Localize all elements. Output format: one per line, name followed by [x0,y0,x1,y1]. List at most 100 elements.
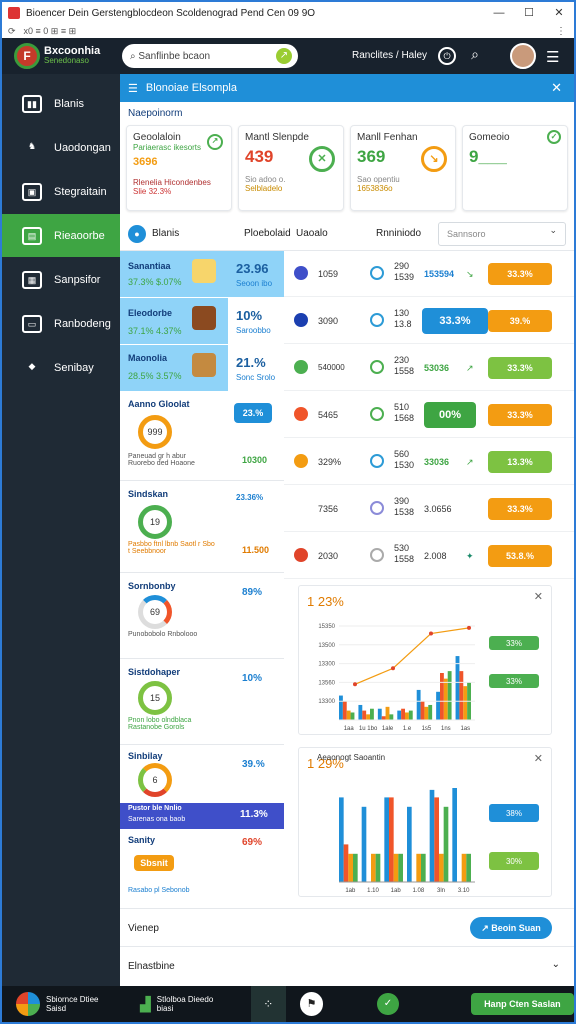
chart-bar [455,656,460,720]
sidebar-item-rieaoorbe[interactable]: ▤ Rieaoorbe [2,214,120,257]
stat-card[interactable]: Mantl Slenpde 439 Sio adoo o. Selbladelo… [238,125,344,211]
chart-bar [398,853,403,882]
sidebar-item-uaodongan[interactable]: ♞ Uaodongan [2,126,120,169]
collapsible-section[interactable]: Elnastbine ⌄ [120,946,574,986]
radio-icon[interactable] [370,313,384,327]
close-button[interactable]: ✕ [544,2,574,24]
close-ring-icon: ✕ [309,146,335,172]
table-row[interactable]: 1059 290 1539 153594 ↘ 33.3% [284,251,574,297]
radio-icon[interactable] [370,266,384,280]
list-item[interactable]: Maonolia 28.5% 3.57% 21.% Sonc Srolo [120,345,284,391]
sidebar-item-blanis[interactable]: ▮▮ Blanis [2,82,120,125]
maximize-button[interactable]: ☐ [514,2,544,24]
check-icon[interactable]: ✓ [377,993,399,1015]
address-bar[interactable]: ⟳ x0 ≡ 0 ⊞ ≡ ⊞ ⋮ [2,24,574,38]
list-item-highlight[interactable]: Pustor ble Nnlio Sarenas ona baob 11.3% [120,803,284,829]
chart-bar [362,710,367,720]
chart-bar [424,706,429,720]
taskbar-app-2[interactable]: ▟ Stlolboa Dieedo biasi [140,995,227,1013]
action-button[interactable]: 33.3% [488,263,552,285]
row-pct: 11.3% [240,809,268,820]
row-title: Eleodorbe [128,308,173,318]
taskbar-app-1[interactable]: Sbiornce Dtiee Saisd [16,992,116,1016]
hamburger-icon[interactable]: ☰ [546,48,559,66]
sidebar-item-ranbodeng[interactable]: ▭ Ranbodeng [2,302,120,345]
list-item[interactable]: Aanno Gloolat 999 Paneuad gr h abur Ruor… [120,393,284,481]
select-pill[interactable]: 00% [424,402,476,428]
donut-chart: 6 [138,763,172,797]
table-row[interactable]: 540000 230 1558 53036 ↗ 33.3% [284,345,574,391]
list-item[interactable]: Sinbilay 6 39.% [120,747,284,801]
nav-link[interactable]: Ranclites / Haley [352,50,427,61]
radio-icon[interactable] [370,454,384,468]
stat-top: 230 [394,355,410,365]
list-item[interactable]: Sanity Sbsnit Rasabo pl Sebonob 69% [120,831,284,915]
search-box[interactable]: ⌕ Sanflinbe bcaon ↗ [122,44,298,68]
action-button[interactable]: 53.8.% [488,545,552,567]
row-stat: 390 1538 [394,496,414,518]
list-item[interactable]: Sanantiaa 37.3% $.07% 23.96 Seoon ibo [120,251,284,297]
action-button[interactable]: 33.3% [488,357,552,379]
table-row[interactable]: 3090 130 13.8 33.3% 39.% [284,298,574,344]
chart-bar [389,797,394,882]
minimize-button[interactable]: — [484,2,514,24]
select-pill[interactable]: 33.3% [422,308,488,334]
list-item[interactable]: Sistdohaper 15 Pnon lobo olndblaca Rasta… [120,661,284,745]
row-title: Pustor ble Nnlio [128,805,182,812]
close-icon[interactable]: ✕ [534,590,543,603]
action-button[interactable]: 33.3% [488,498,552,520]
stat-card[interactable]: Geoolaloin Pariaerasc ikesorts 3696 Rlen… [126,125,232,211]
x-tick-label: 3ln [437,888,445,894]
chevron-down-icon[interactable]: ⌄ [552,959,560,970]
table-row[interactable]: 2030 530 1558 2.008 ✦ 53.8.% [284,533,574,579]
row-stat: 510 1568 [394,402,414,424]
row-pct-button[interactable]: 23.% [234,403,272,423]
search-go-button[interactable]: ↗ [276,48,292,64]
close-icon[interactable]: ✕ [534,752,543,765]
search-nav-icon[interactable]: ⌕ [466,47,484,65]
table-row[interactable]: 329% 560 1530 33036 ↗ 13.3% [284,439,574,485]
action-button[interactable]: 13.3% [488,451,552,473]
sidebar-item-label: Ranbodeng [54,317,111,330]
stat-card[interactable]: Manll Fenhan 369 Sao opentiu 1653836o ↘ [350,125,456,211]
status-dot [294,313,308,327]
power-icon[interactable]: ⏻ [438,47,456,65]
list-item[interactable]: Sornbonby 69 Punobobolo Rnbolooo 89% [120,575,284,659]
list-item[interactable]: Eleodorbe 37.1% 4.37% 10% Saroobbo [120,298,284,344]
footer-action-button[interactable]: ↗ Beoin Suan [470,917,552,939]
close-panel-icon[interactable]: ✕ [551,80,562,96]
radio-icon[interactable] [370,360,384,374]
card-title: Manll Fenhan [357,132,418,143]
action-button[interactable]: 33.3% [488,404,552,426]
stat-card[interactable]: Gomeoio 9___ ✓ [462,125,568,211]
search-input[interactable]: Sanflinbe bcaon [138,51,210,62]
taskbar-action-button[interactable]: Hanp Cten Saslan [470,993,574,1015]
x-tick-label: 1as [460,726,470,732]
filter-select[interactable]: Sannsoro [438,221,566,246]
list-item[interactable]: Sindskan 19 Pasbbo ftnl lbnb Saotl r Sbo… [120,483,284,573]
row-pct: 23.96 [236,261,269,276]
action-button[interactable]: 39.% [488,310,552,332]
sidebar-item-stegraitain[interactable]: ▣ Stegraitain [2,170,120,213]
table-row[interactable]: 7356 390 1538 3.0656 33.3% [284,486,574,532]
stat-bottom: 1568 [394,413,415,423]
radio-icon[interactable] [370,407,384,421]
chart-bar [377,708,382,720]
status-badge[interactable]: Sbsnit [134,855,174,871]
row-foot: Rasabo pl Sebonob [128,887,190,894]
table-row[interactable]: 5465 510 1568 00% 33.3% [284,392,574,438]
logo[interactable]: F Bxcoonhia Senedonaso [14,43,114,69]
grid-icon[interactable]: ⁘ [250,986,286,1022]
avatar[interactable] [510,43,536,69]
flag-icon[interactable]: ⚑ [299,992,324,1016]
trend-arrow-icon: ↘ [466,269,474,279]
sidebar-item-sanpsifor[interactable]: ▦ Sanpsifor [2,258,120,301]
row-value: 7356 [318,504,339,514]
sidebar: ▮▮ Blanis ♞ Uaodongan ▣ Stegraitain ▤ Rieaoo… [2,74,120,986]
chart-bar [443,678,448,720]
menu-icon[interactable]: ⋮ [556,26,566,37]
radio-icon[interactable] [370,548,384,562]
sidebar-item-senibay[interactable]: ◆ Senibay [2,346,120,389]
back-icon[interactable]: ⟳ [8,26,16,37]
radio-icon[interactable] [370,501,384,515]
